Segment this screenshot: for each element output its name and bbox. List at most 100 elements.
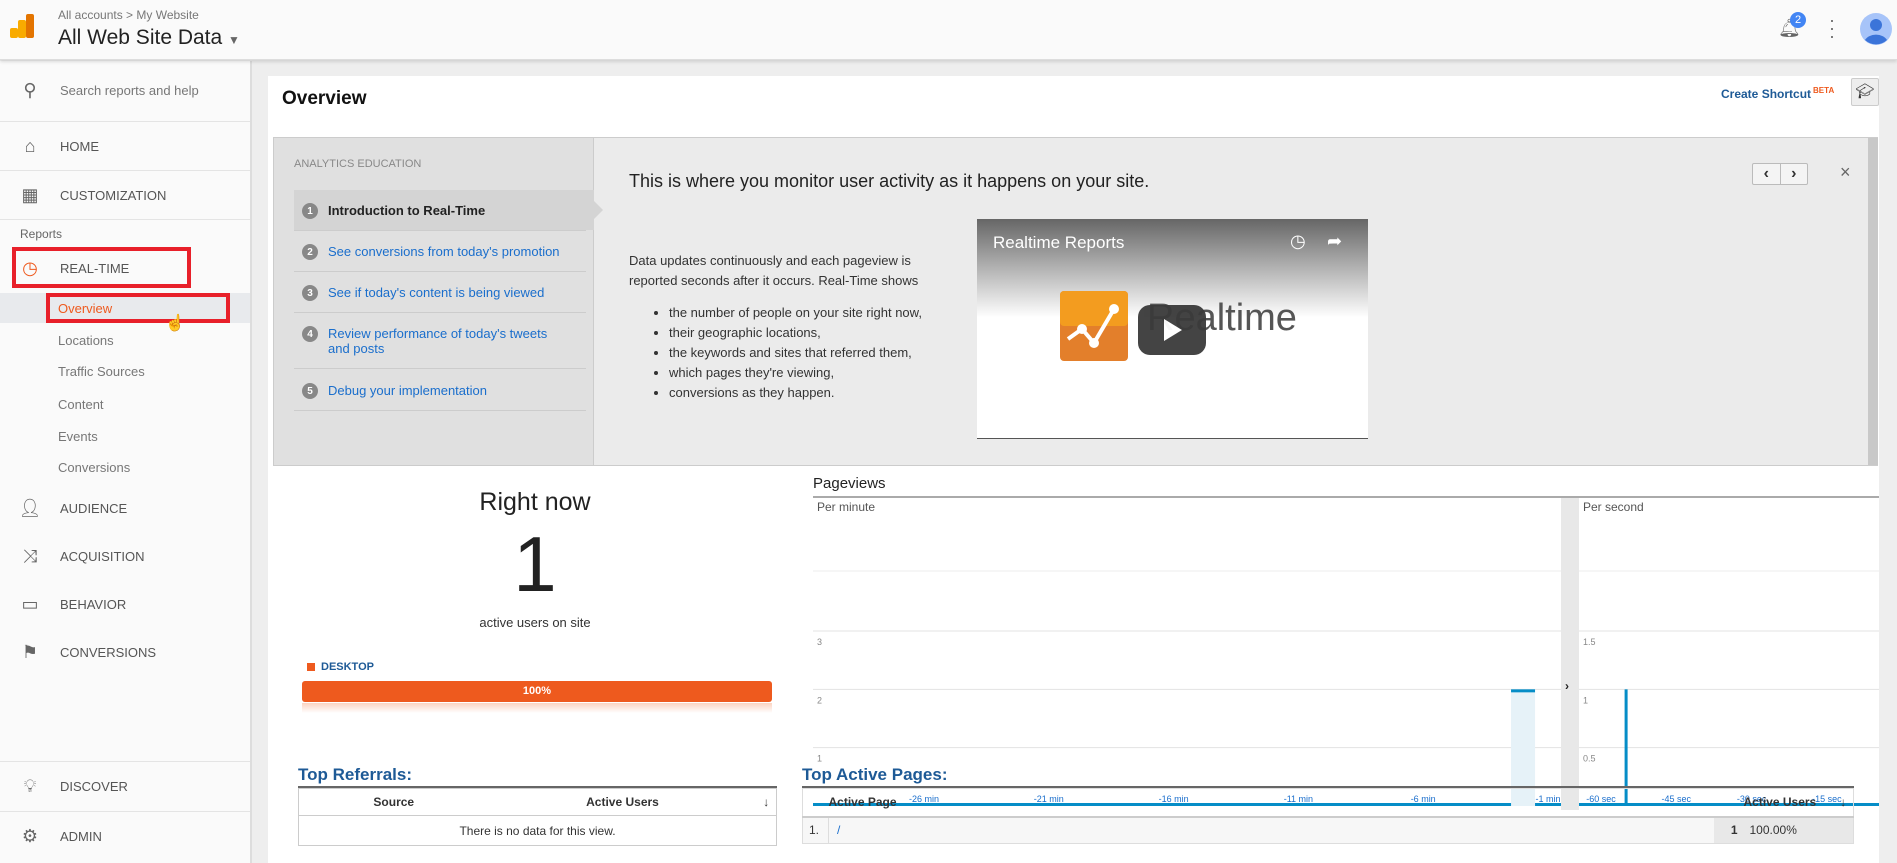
sidebar-item-admin[interactable]: ⚙ ADMIN <box>0 813 250 859</box>
sidebar-item-label: AUDIENCE <box>60 500 128 516</box>
avatar[interactable] <box>1860 13 1892 45</box>
y-tick-label: 1.5 <box>1583 637 1596 647</box>
breadcrumb-all-accounts[interactable]: All accounts <box>58 8 123 22</box>
education-step-5[interactable]: 5 Debug your implementation <box>294 383 586 399</box>
notification-badge: 2 <box>1790 12 1806 28</box>
sidebar-item-label: CONVERSIONS <box>60 644 157 660</box>
sidebar-item-audience[interactable]: 👤︎ AUDIENCE <box>0 485 250 531</box>
top-referrals-title: Top Referrals: <box>298 765 412 784</box>
sidebar-subitem-locations[interactable]: Locations <box>58 333 114 348</box>
step-label: Introduction to Real-Time <box>328 203 486 218</box>
play-button[interactable] <box>1138 305 1206 355</box>
sidebar-item-customization[interactable]: ▦ CUSTOMIZATION <box>0 171 250 219</box>
page-title: Overview <box>282 88 367 109</box>
step-number: 4 <box>302 326 318 342</box>
search-input[interactable]: Search reports and help <box>60 83 199 98</box>
person-icon: 👤︎ <box>18 497 42 518</box>
main-content: Overview Create Shortcut BETA 🎓︎ ANALYTIC… <box>268 76 1879 863</box>
sidebar-item-acquisition[interactable]: ⤨ ACQUISITION <box>0 533 250 579</box>
dashboard-add-icon: ▦ <box>21 184 39 205</box>
beta-badge: BETA <box>1813 86 1835 95</box>
sort-arrow-icon[interactable]: ↓ <box>1834 789 1854 817</box>
education-label: ANALYTICS EDUCATION <box>294 158 422 170</box>
sidebar-subitem-content[interactable]: Content <box>58 397 104 412</box>
education-description: Data updates continuously and each pagev… <box>629 253 919 288</box>
top-header: All accounts > My Website All Web Site D… <box>0 0 1897 60</box>
col-active-users[interactable]: Active Users <box>489 789 757 816</box>
highlight-box <box>12 247 191 288</box>
education-panel: ANALYTICS EDUCATION 1 Introduction to Rea… <box>273 137 1878 466</box>
device-percent: 100% <box>522 685 552 697</box>
bar <box>1511 689 1536 693</box>
bullet-item: the number of people on your site right … <box>669 303 922 323</box>
more-vert-icon[interactable]: · · · <box>1829 11 1835 45</box>
table-row: 1. / 1 100.00% <box>802 816 1854 844</box>
sidebar-subitem-events[interactable]: Events <box>58 429 98 444</box>
video-player[interactable]: Realtime Reports ◷ ➦ Realtime <box>977 219 1368 439</box>
step-number: 5 <box>302 383 318 399</box>
education-heading: This is where you monitor user activity … <box>629 171 1150 191</box>
row-page-link[interactable]: / <box>829 817 1714 844</box>
analytics-logo[interactable] <box>10 14 34 38</box>
education-bullets: the number of people on your site right … <box>649 303 922 403</box>
chevron-right-icon[interactable]: › <box>1781 164 1808 184</box>
sidebar-item-discover[interactable]: 💡︎ DISCOVER <box>0 763 250 809</box>
col-active-users[interactable]: Active Users <box>1744 789 1834 817</box>
legend-swatch <box>307 663 315 671</box>
education-step-2[interactable]: 2 See conversions from today's promotion <box>294 244 586 260</box>
chevron-left-icon[interactable]: ‹ <box>1753 164 1781 184</box>
sidebar-item-home[interactable]: ⌂ HOME <box>0 122 250 170</box>
close-icon[interactable]: × <box>1840 162 1851 183</box>
sidebar-subitem-conversions[interactable]: Conversions <box>58 460 130 475</box>
sidebar-subitem-traffic-sources[interactable]: Traffic Sources <box>58 364 145 379</box>
graduation-cap-icon: 🎓︎ <box>1855 83 1875 100</box>
scrollbar[interactable] <box>1868 138 1878 465</box>
device-legend: DESKTOP <box>307 661 374 673</box>
active-step-arrow <box>593 200 603 220</box>
sidebar-item-conversions[interactable]: ⚑ CONVERSIONS <box>0 629 250 675</box>
gear-icon: ⚙ <box>21 825 39 846</box>
step-number: 2 <box>302 244 318 260</box>
education-step-1[interactable]: 1 Introduction to Real-Time <box>294 203 586 219</box>
sidebar-item-behavior[interactable]: ▭ BEHAVIOR <box>0 581 250 627</box>
col-source[interactable]: Source <box>299 789 489 816</box>
breadcrumb-my-website[interactable]: My Website <box>136 8 198 22</box>
sidebar-item-label: DISCOVER <box>60 778 128 794</box>
video-title: Realtime Reports <box>993 233 1125 252</box>
bar-reflection <box>302 703 772 713</box>
create-shortcut-link[interactable]: Create Shortcut BETA <box>1721 86 1834 101</box>
analytics-realtime-logo <box>1060 291 1128 361</box>
active-users-caption: active users on site <box>479 615 591 630</box>
acquisition-icon: ⤨ <box>22 545 38 566</box>
step-label: See if today's content is being viewed <box>328 285 545 300</box>
education-toggle-button[interactable]: 🎓︎ <box>1851 78 1879 106</box>
highlight-box <box>46 293 230 323</box>
expand-chevron-icon: › <box>1565 679 1569 693</box>
empty-message: There is no data for this view. <box>459 823 616 838</box>
col-active-page[interactable]: Active Page <box>829 789 1714 817</box>
sort-arrow-icon[interactable]: ↓ <box>757 789 777 816</box>
create-shortcut-label: Create Shortcut <box>1721 87 1812 101</box>
share-icon[interactable]: ➦ <box>1327 231 1342 252</box>
education-step-4[interactable]: 4 Review performance of today's tweets an… <box>294 326 564 356</box>
step-label: See conversions from today's promotion <box>328 244 560 259</box>
y-tick-label: 2 <box>817 695 822 705</box>
sidebar-item-label: BEHAVIOR <box>60 596 127 612</box>
top-active-pages-title: Top Active Pages: <box>802 765 948 784</box>
sidebar: ⚲ Search reports and help ⌂ HOME ▦ CUSTOMIZ… <box>0 61 252 863</box>
education-pager: ‹ › <box>1752 163 1808 185</box>
property-selector[interactable]: All Web Site Data ▼ <box>58 26 240 50</box>
right-now-panel: Right now 1 active users on site <box>302 488 768 630</box>
bullet-item: the keywords and sites that referred the… <box>669 343 922 363</box>
hand-cursor-icon: ☝ <box>165 315 185 332</box>
y-tick-label: 1 <box>1583 695 1588 705</box>
watch-later-icon[interactable]: ◷ <box>1290 231 1306 252</box>
step-label: Review performance of today's tweets and… <box>328 326 548 356</box>
reports-heading: Reports <box>20 227 63 241</box>
education-step-3[interactable]: 3 See if today's content is being viewed <box>294 285 586 301</box>
step-number: 1 <box>302 203 318 219</box>
device-label: DESKTOP <box>321 661 374 673</box>
behavior-icon: ▭ <box>21 593 39 614</box>
search-reports[interactable]: ⚲ Search reports and help <box>0 67 250 113</box>
y-tick-label: 1 <box>817 754 822 764</box>
